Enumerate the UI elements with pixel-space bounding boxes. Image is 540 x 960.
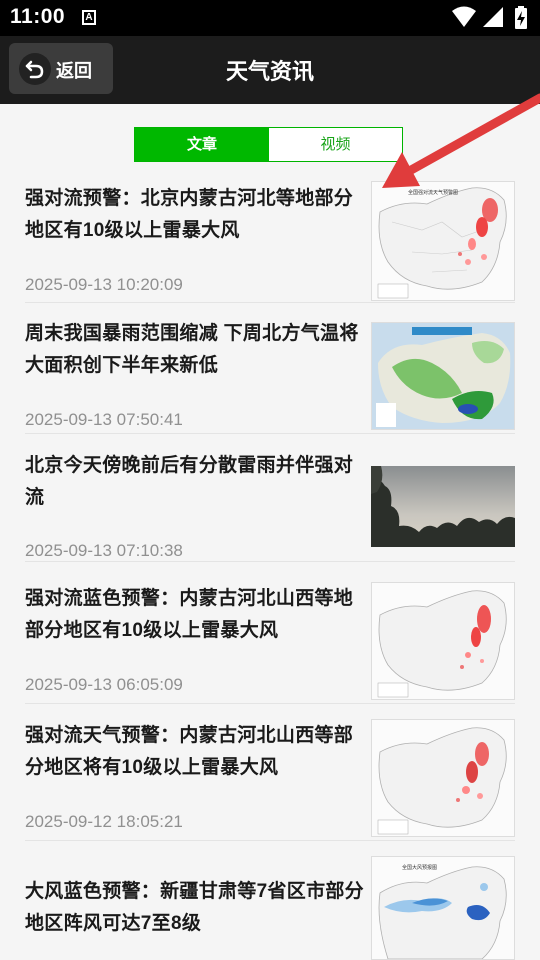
article-title: 周末我国暴雨范围缩减 下周北方气温将大面积创下半年来新低 xyxy=(25,323,359,376)
divider xyxy=(25,703,515,704)
article-thumbnail xyxy=(371,719,515,837)
article-thumbnail: 全国强对流天气预警图 xyxy=(371,181,515,301)
article-thumbnail xyxy=(371,322,515,430)
article-thumbnail xyxy=(371,466,515,547)
status-time: 11:00 xyxy=(10,5,66,28)
article-item[interactable]: 周末我国暴雨范围缩减 下周北方气温将大面积创下半年来新低 2025-09-13 … xyxy=(25,322,515,434)
article-title: 强对流预警：北京内蒙古河北等地部分地区有10级以上雷暴大风 xyxy=(25,188,354,241)
signal-icon xyxy=(483,7,503,27)
header-bar: 返回 天气资讯 xyxy=(0,36,540,104)
article-time: 2025-09-13 06:05:09 xyxy=(25,675,183,694)
article-time: 2025-09-13 10:20:09 xyxy=(25,275,183,294)
article-thumbnail xyxy=(371,582,515,700)
a-notification-icon: A xyxy=(82,10,96,25)
wifi-icon xyxy=(452,6,476,27)
article-title: 大风蓝色预警：新疆甘肃等7省区市部分地区阵风可达7至8级 xyxy=(25,881,364,934)
divider xyxy=(25,302,515,303)
tab-video[interactable]: 视频 xyxy=(269,128,402,161)
tab-article[interactable]: 文章 xyxy=(135,128,269,161)
article-title: 强对流天气预警：内蒙古河北山西等部分地区将有10级以上雷暴大风 xyxy=(25,725,354,778)
tab-bar: 文章 视频 xyxy=(134,127,403,162)
status-bar: 11:00 A xyxy=(0,0,540,36)
article-time: 2025-09-13 07:50:41 xyxy=(25,410,183,429)
article-item[interactable]: 强对流天气预警：内蒙古河北山西等部分地区将有10级以上雷暴大风 2025-09-… xyxy=(25,716,515,841)
content-area: 文章 视频 强对流预警：北京内蒙古河北等地部分地区有10级以上雷暴大风 2025… xyxy=(0,104,540,960)
article-time: 2025-09-12 18:05:21 xyxy=(25,812,183,831)
divider xyxy=(25,561,515,562)
article-item[interactable]: 北京今天傍晚前后有分散雷雨并伴强对流 2025-09-13 07:10:38 xyxy=(25,450,515,562)
article-item[interactable]: 大风蓝色预警：新疆甘肃等7省区市部分地区阵风可达7至8级 全国大风预报图 xyxy=(25,856,515,960)
divider xyxy=(25,840,515,841)
page-title: 天气资讯 xyxy=(225,59,314,84)
divider xyxy=(25,433,515,434)
article-item[interactable]: 强对流蓝色预警：内蒙古河北山西等地部分地区有10级以上雷暴大风 2025-09-… xyxy=(25,579,515,704)
article-thumbnail: 全国大风预报图 xyxy=(371,856,515,960)
svg-text:全国强对流天气预警图: 全国强对流天气预警图 xyxy=(408,189,458,196)
article-time: 2025-09-13 07:10:38 xyxy=(25,541,183,560)
article-title: 北京今天傍晚前后有分散雷雨并伴强对流 xyxy=(25,455,354,508)
battery-charging-icon xyxy=(515,6,527,29)
svg-text:全国大风预报图: 全国大风预报图 xyxy=(402,864,437,871)
article-item[interactable]: 强对流预警：北京内蒙古河北等地部分地区有10级以上雷暴大风 2025-09-13… xyxy=(25,181,515,303)
article-title: 强对流蓝色预警：内蒙古河北山西等地部分地区有10级以上雷暴大风 xyxy=(25,588,354,641)
